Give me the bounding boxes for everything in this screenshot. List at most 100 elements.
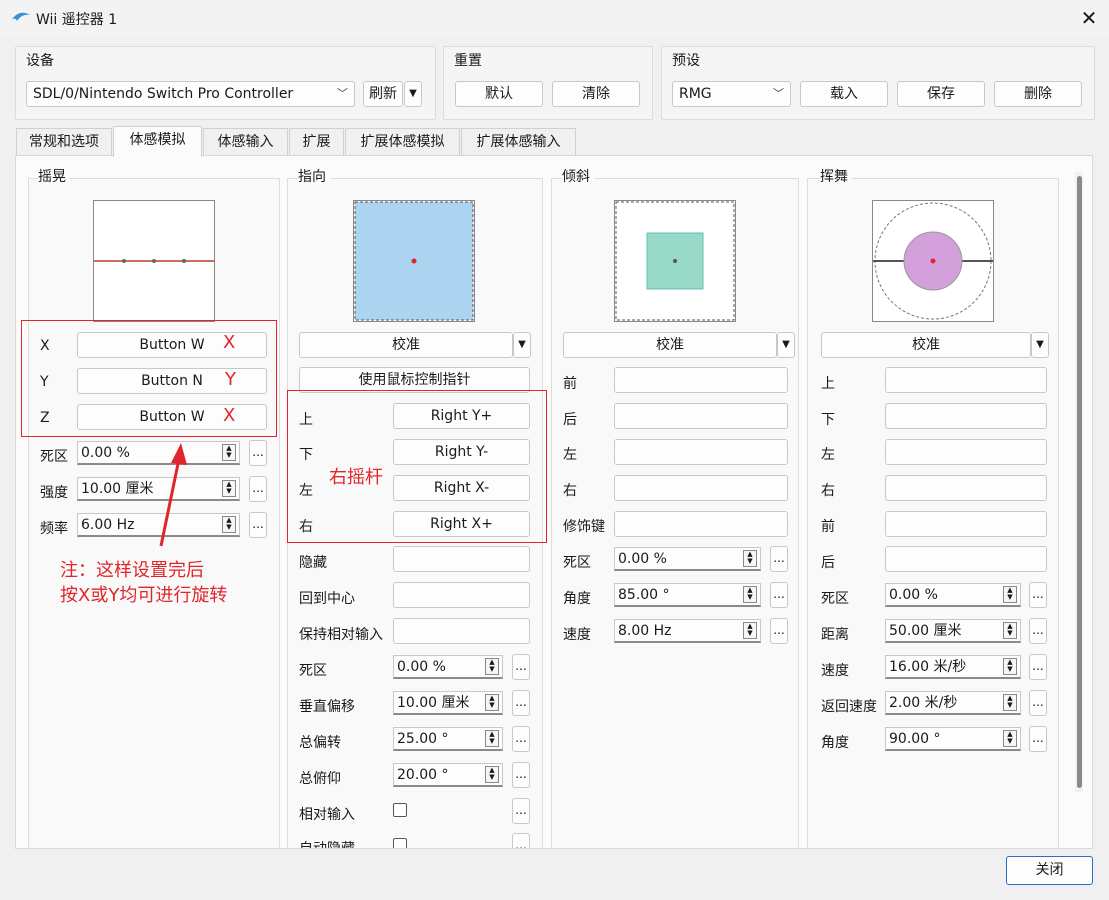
- tilt-angle-spinbox[interactable]: 85.00 ° ▲ ▼: [614, 583, 761, 607]
- point-yaw-options-button[interactable]: ...: [512, 726, 530, 752]
- spin-value: 0.00 %: [889, 587, 938, 603]
- spin-arrows-icon[interactable]: ▲ ▼: [743, 586, 757, 603]
- tilt-deadzone-spinbox[interactable]: 0.00 % ▲ ▼: [614, 547, 761, 571]
- spin-arrows-icon[interactable]: ▲ ▼: [1003, 694, 1017, 711]
- swing-return-options-button[interactable]: ...: [1029, 690, 1047, 716]
- spin-arrows-icon[interactable]: ▲ ▼: [485, 766, 499, 783]
- tilt-preview: [614, 200, 736, 322]
- device-group-label: 设备: [26, 53, 54, 69]
- spin-arrows-icon[interactable]: ▲ ▼: [222, 480, 236, 497]
- tilt-calibrate-menu[interactable]: ▼: [777, 332, 795, 358]
- shake-intensity-options-button[interactable]: ...: [249, 476, 267, 502]
- tab-label: 扩展体感输入: [476, 134, 561, 150]
- shake-deadzone-options-button[interactable]: ...: [249, 440, 267, 466]
- tilt-left-binding[interactable]: [614, 439, 788, 465]
- scrollbar-thumb[interactable]: [1077, 176, 1082, 788]
- point-yaw-spinbox[interactable]: 25.00 ° ▲ ▼: [393, 727, 503, 751]
- point-calibrate-button[interactable]: 校准: [299, 332, 513, 358]
- swing-backward-binding[interactable]: [885, 546, 1047, 572]
- delete-button[interactable]: 删除: [994, 81, 1082, 107]
- swing-angle-spinbox[interactable]: 90.00 ° ▲ ▼: [885, 727, 1021, 751]
- tilt-deadzone-options-button[interactable]: ...: [770, 546, 788, 572]
- swing-angle-options-button[interactable]: ...: [1029, 726, 1047, 752]
- point-autohide-options-button[interactable]: ...: [512, 833, 530, 848]
- swing-forward-binding[interactable]: [885, 511, 1047, 537]
- tab-extension[interactable]: 扩展: [289, 128, 344, 156]
- tilt-angle-options-button[interactable]: ...: [770, 582, 788, 608]
- point-autohide-checkbox[interactable]: [393, 838, 407, 848]
- swing-speed-spinbox[interactable]: 16.00 米/秒 ▲ ▼: [885, 655, 1021, 679]
- close-button[interactable]: 关闭: [1006, 856, 1093, 885]
- point-deadzone-label: 死区: [299, 663, 327, 679]
- swing-preview: [872, 200, 994, 322]
- spin-arrows-icon[interactable]: ▲ ▼: [1003, 586, 1017, 603]
- swing-distance-options-button[interactable]: ...: [1029, 618, 1047, 644]
- spin-arrows-icon[interactable]: ▲ ▼: [485, 658, 499, 675]
- swing-speed-options-button[interactable]: ...: [1029, 654, 1047, 680]
- shake-frequency-options-button[interactable]: ...: [249, 512, 267, 538]
- swing-return-spinbox[interactable]: 2.00 米/秒 ▲ ▼: [885, 691, 1021, 715]
- delete-label: 删除: [1024, 86, 1052, 102]
- preset-select[interactable]: RMG ﹀: [672, 81, 791, 107]
- point-visual: [354, 201, 474, 321]
- point-pitch-spinbox[interactable]: 20.00 ° ▲ ▼: [393, 763, 503, 787]
- swing-deadzone-options-button[interactable]: ...: [1029, 582, 1047, 608]
- save-button[interactable]: 保存: [897, 81, 985, 107]
- load-button[interactable]: 载入: [800, 81, 888, 107]
- tab-extension-motion-simulation[interactable]: 扩展体感模拟: [345, 128, 460, 156]
- spin-arrows-icon[interactable]: ▲ ▼: [1003, 730, 1017, 747]
- shake-title: 摇晃: [38, 166, 70, 186]
- spin-arrows-icon[interactable]: ▲ ▼: [485, 730, 499, 747]
- arrow-annotation-icon: [159, 443, 187, 547]
- tilt-forward-binding[interactable]: [614, 367, 788, 393]
- tilt-speed-spinbox[interactable]: 8.00 Hz ▲ ▼: [614, 619, 761, 643]
- point-deadzone-spinbox[interactable]: 0.00 % ▲ ▼: [393, 655, 503, 679]
- tilt-calibrate-button[interactable]: 校准: [563, 332, 777, 358]
- swing-deadzone-spinbox[interactable]: 0.00 % ▲ ▼: [885, 583, 1021, 607]
- swing-up-label: 上: [821, 376, 835, 392]
- spin-value: 8.00 Hz: [618, 623, 672, 639]
- spin-arrows-icon[interactable]: ▲ ▼: [1003, 622, 1017, 639]
- point-voffset-spinbox[interactable]: 10.00 厘米 ▲ ▼: [393, 691, 503, 715]
- tilt-backward-binding[interactable]: [614, 403, 788, 429]
- point-voffset-label: 垂直偏移: [299, 699, 355, 715]
- point-voffset-options-button[interactable]: ...: [512, 690, 530, 716]
- point-relative-binding[interactable]: [393, 618, 530, 644]
- tab-motion-input[interactable]: 体感输入: [203, 128, 288, 156]
- close-window-button[interactable]: ✕: [1074, 4, 1104, 34]
- default-button[interactable]: 默认: [455, 81, 543, 107]
- spin-arrows-icon[interactable]: ▲ ▼: [1003, 658, 1017, 675]
- swing-down-binding[interactable]: [885, 403, 1047, 429]
- point-calibrate-menu[interactable]: ▼: [513, 332, 531, 358]
- device-select[interactable]: SDL/0/Nintendo Switch Pro Controller ﹀: [26, 81, 355, 107]
- point-pitch-options-button[interactable]: ...: [512, 762, 530, 788]
- tab-extension-motion-input[interactable]: 扩展体感输入: [461, 128, 576, 156]
- spin-arrows-icon[interactable]: ▲ ▼: [222, 516, 236, 533]
- swing-calibrate-button[interactable]: 校准: [821, 332, 1031, 358]
- spin-arrows-icon[interactable]: ▲ ▼: [222, 444, 236, 461]
- point-relinput-checkbox[interactable]: [393, 803, 407, 817]
- tilt-speed-options-button[interactable]: ...: [770, 618, 788, 644]
- point-recenter-binding[interactable]: [393, 582, 530, 608]
- swing-up-binding[interactable]: [885, 367, 1047, 393]
- refresh-menu-button[interactable]: ▼: [404, 81, 422, 107]
- swing-calibrate-menu[interactable]: ▼: [1031, 332, 1049, 358]
- tilt-right-binding[interactable]: [614, 475, 788, 501]
- tilt-modifier-binding[interactable]: [614, 511, 788, 537]
- point-hide-binding[interactable]: [393, 546, 530, 572]
- refresh-button[interactable]: 刷新: [363, 81, 403, 107]
- spin-value: 20.00 °: [397, 767, 449, 783]
- swing-distance-spinbox[interactable]: 50.00 厘米 ▲ ▼: [885, 619, 1021, 643]
- swing-angle-label: 角度: [821, 735, 849, 751]
- clear-button[interactable]: 清除: [552, 81, 640, 107]
- spin-arrows-icon[interactable]: ▲ ▼: [743, 550, 757, 567]
- swing-left-binding[interactable]: [885, 439, 1047, 465]
- spin-arrows-icon[interactable]: ▲ ▼: [485, 694, 499, 711]
- close-icon: ✕: [1080, 6, 1098, 30]
- tab-motion-simulation[interactable]: 体感模拟: [113, 126, 202, 157]
- point-deadzone-options-button[interactable]: ...: [512, 654, 530, 680]
- swing-right-binding[interactable]: [885, 475, 1047, 501]
- tab-general[interactable]: 常规和选项: [16, 128, 112, 156]
- spin-arrows-icon[interactable]: ▲ ▼: [743, 622, 757, 639]
- point-relinput-options-button[interactable]: ...: [512, 798, 530, 824]
